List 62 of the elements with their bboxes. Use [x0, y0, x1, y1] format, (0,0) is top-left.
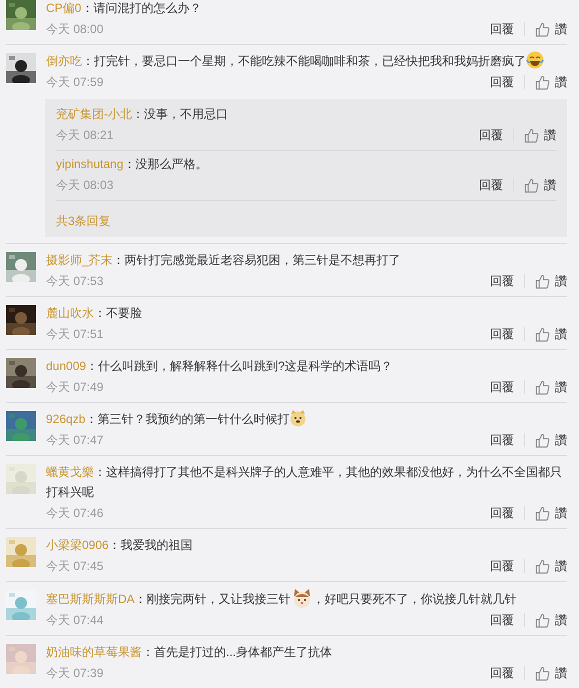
- timestamp: 今天 07:39: [46, 665, 104, 682]
- reply-link[interactable]: 回覆: [490, 73, 514, 91]
- like-link[interactable]: 讚: [555, 557, 567, 575]
- like-link[interactable]: 讚: [555, 504, 567, 522]
- timestamp: 今天 07:47: [46, 432, 104, 449]
- reply-link[interactable]: 回覆: [490, 557, 514, 575]
- timestamp: 今天 08:21: [56, 127, 114, 144]
- comment-text: 摄影师_芥末：两针打完感觉最近老容易犯困，第三针是不想再打了: [46, 252, 402, 269]
- timestamp: 今天 07:49: [46, 379, 104, 396]
- comment-text: 倒亦吃：打完针，要忌口一个星期，不能吃辣不能喝咖啡和茶，已经快把我和我妈折磨疯了: [46, 51, 567, 71]
- comment-text: 塞巴斯斯斯斯DA：刚接完两针，又让我接三针 ，好吧只要死不了，你说接几针就几针: [46, 588, 567, 609]
- thumbs-up-icon[interactable]: [524, 128, 539, 142]
- reply-link[interactable]: 回覆: [490, 378, 514, 396]
- comment-text: 麓山吹水：不要脸: [46, 305, 143, 322]
- reply-link[interactable]: 回覆: [490, 325, 514, 343]
- like-link[interactable]: 讚: [555, 611, 567, 629]
- timestamp: 今天 07:46: [46, 505, 104, 522]
- reply-link[interactable]: 回覆: [490, 664, 514, 682]
- thumbs-up-icon[interactable]: [535, 274, 550, 288]
- reply-link[interactable]: 回覆: [490, 611, 514, 629]
- laughing-face-icon: [526, 51, 544, 69]
- reply-link[interactable]: 回覆: [479, 176, 503, 194]
- comment-text: 926qzb：第三针？我预约的第一针什么时候打: [46, 409, 567, 429]
- thumbs-up-icon[interactable]: [535, 666, 550, 680]
- like-link[interactable]: 讚: [555, 272, 567, 290]
- timestamp: 今天 07:51: [46, 326, 104, 343]
- thumbs-up-icon[interactable]: [535, 432, 550, 448]
- reply-text: ：没事，不用忌口: [132, 107, 228, 121]
- timestamp: 今天 07:44: [46, 612, 104, 629]
- like-link[interactable]: 讚: [555, 664, 567, 682]
- reply-link[interactable]: 回覆: [490, 20, 514, 38]
- timestamp: 今天 07:53: [46, 273, 104, 290]
- like-link[interactable]: 讚: [555, 431, 567, 449]
- like-link[interactable]: 讚: [555, 73, 567, 91]
- like-link[interactable]: 讚: [544, 126, 556, 144]
- thumbs-up-icon[interactable]: [535, 22, 550, 36]
- thumbs-up-icon[interactable]: [535, 380, 550, 394]
- timestamp: 今天 07:59: [46, 74, 104, 91]
- reply-link[interactable]: 回覆: [490, 272, 514, 290]
- timestamp: 今天 07:45: [46, 558, 104, 575]
- thumbs-up-icon[interactable]: [535, 558, 550, 574]
- reply-link[interactable]: 回覆: [490, 504, 514, 522]
- comment-text: 蠟黄戈樂：这样搞得打了其他不是科兴牌子的人意难平，其他的效果都没他好，为什么不全国都只打科兴呢: [46, 464, 563, 501]
- comment-text: 小梁梁0906：我爱我的祖国: [46, 537, 194, 554]
- reply-text: ：没那么严格。: [123, 157, 208, 171]
- thumbs-up-icon[interactable]: [535, 506, 550, 520]
- dog-face-icon: [289, 409, 308, 427]
- reply-link[interactable]: 回覆: [490, 431, 514, 449]
- like-link[interactable]: 讚: [544, 176, 556, 194]
- thumbs-up-icon[interactable]: [524, 178, 539, 192]
- thumbs-up-icon[interactable]: [535, 326, 550, 342]
- comment-text: dun009：什么叫跳到，解释解释什么叫跳到?这是科学的术语吗？: [46, 358, 394, 375]
- timestamp: 今天 08:03: [56, 177, 114, 194]
- timestamp: 今天 08:00: [46, 21, 104, 38]
- like-link[interactable]: 讚: [555, 20, 567, 38]
- thumbs-up-icon[interactable]: [535, 74, 550, 90]
- thumbs-up-icon[interactable]: [535, 612, 550, 628]
- comment-text: 奶油味的草莓果酱：首先是打过的...身体都产生了抗体: [46, 644, 334, 661]
- reply-link[interactable]: 回覆: [479, 126, 503, 144]
- like-link[interactable]: 讚: [555, 378, 567, 396]
- comment-text: CP偏0：请问混打的怎么办？: [46, 0, 202, 17]
- like-link[interactable]: 讚: [555, 325, 567, 343]
